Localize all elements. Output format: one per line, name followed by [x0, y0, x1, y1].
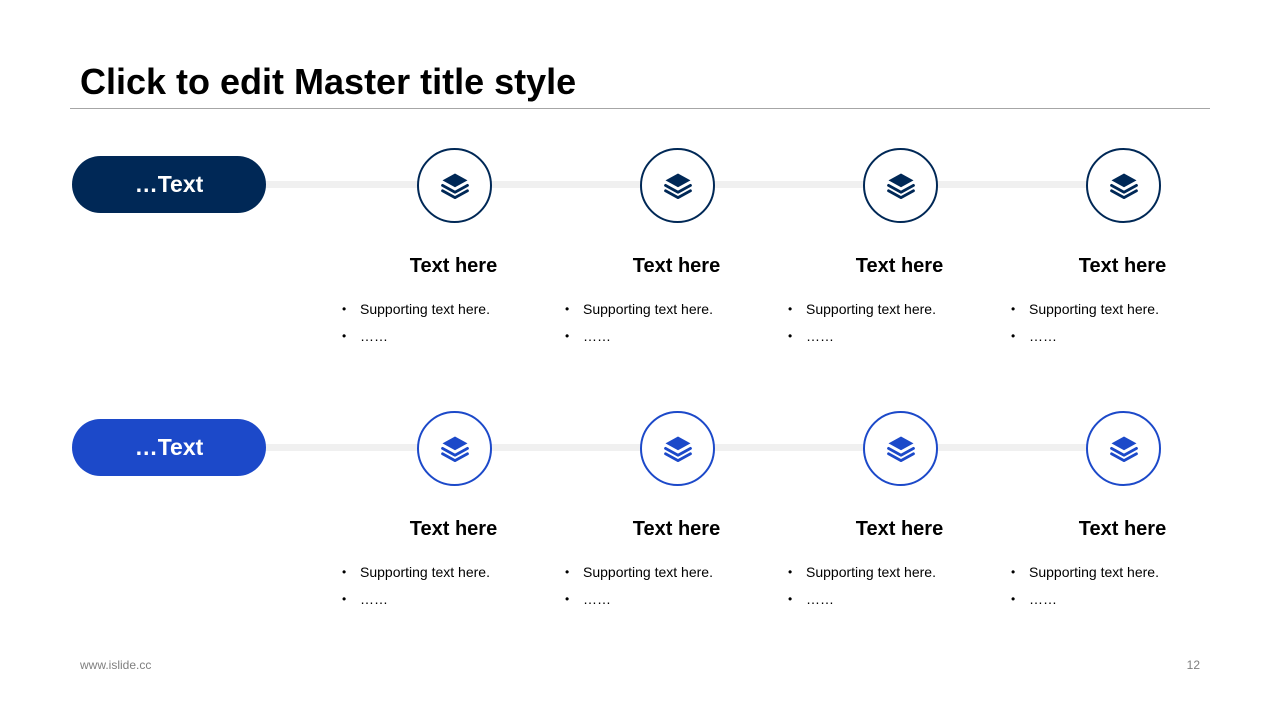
slide-title[interactable]: Click to edit Master title style	[80, 60, 576, 104]
layers-icon	[440, 434, 470, 464]
step-title[interactable]: Text here	[788, 517, 1011, 541]
layers-icon	[886, 171, 916, 201]
step-icon-circle[interactable]	[863, 148, 938, 223]
bullet-item[interactable]: ……	[1011, 323, 1159, 350]
title-divider	[70, 108, 1210, 109]
row-label-pill[interactable]: …Text	[72, 419, 266, 476]
footer-website: www.islide.cc	[80, 658, 152, 672]
bullet-item[interactable]: Supporting text here.	[788, 296, 936, 323]
bullet-item[interactable]: ……	[342, 586, 490, 613]
timeline-row: …TextText hereSupporting text here.……Tex…	[0, 148, 1280, 356]
step-icon-circle[interactable]	[417, 411, 492, 486]
bullet-item[interactable]: Supporting text here.	[565, 296, 713, 323]
bullet-item[interactable]: Supporting text here.	[342, 296, 490, 323]
bullet-item[interactable]: Supporting text here.	[1011, 296, 1159, 323]
layers-icon	[1109, 171, 1139, 201]
step-bullets: Supporting text here.……	[1011, 559, 1159, 613]
step-title[interactable]: Text here	[342, 254, 565, 278]
bullet-item[interactable]: Supporting text here.	[788, 559, 936, 586]
step-bullets: Supporting text here.……	[565, 296, 713, 350]
bullet-item[interactable]: Supporting text here.	[1011, 559, 1159, 586]
layers-icon	[663, 434, 693, 464]
layers-icon	[886, 434, 916, 464]
step-bullets: Supporting text here.……	[342, 296, 490, 350]
bullet-item[interactable]: ……	[565, 586, 713, 613]
step-title[interactable]: Text here	[565, 517, 788, 541]
layers-icon	[440, 171, 470, 201]
step-icon-circle[interactable]	[640, 148, 715, 223]
step-icon-circle[interactable]	[417, 148, 492, 223]
row-label-pill[interactable]: …Text	[72, 156, 266, 213]
step-bullets: Supporting text here.……	[788, 296, 936, 350]
step-icon-circle[interactable]	[863, 411, 938, 486]
step-title[interactable]: Text here	[565, 254, 788, 278]
step-bullets: Supporting text here.……	[788, 559, 936, 613]
layers-icon	[1109, 434, 1139, 464]
bullet-item[interactable]: Supporting text here.	[342, 559, 490, 586]
step-bullets: Supporting text here.……	[342, 559, 490, 613]
step-icon-circle[interactable]	[1086, 411, 1161, 486]
step-title[interactable]: Text here	[1011, 254, 1234, 278]
step-bullets: Supporting text here.……	[1011, 296, 1159, 350]
step-bullets: Supporting text here.……	[565, 559, 713, 613]
bullet-item[interactable]: Supporting text here.	[565, 559, 713, 586]
bullet-item[interactable]: ……	[788, 586, 936, 613]
step-title[interactable]: Text here	[788, 254, 1011, 278]
step-icon-circle[interactable]	[1086, 148, 1161, 223]
step-title[interactable]: Text here	[342, 517, 565, 541]
step-title[interactable]: Text here	[1011, 517, 1234, 541]
layers-icon	[663, 171, 693, 201]
bullet-item[interactable]: ……	[1011, 586, 1159, 613]
timeline-row: …TextText hereSupporting text here.……Tex…	[0, 411, 1280, 619]
bullet-item[interactable]: ……	[788, 323, 936, 350]
step-icon-circle[interactable]	[640, 411, 715, 486]
page-number: 12	[1186, 658, 1200, 672]
bullet-item[interactable]: ……	[342, 323, 490, 350]
bullet-item[interactable]: ……	[565, 323, 713, 350]
